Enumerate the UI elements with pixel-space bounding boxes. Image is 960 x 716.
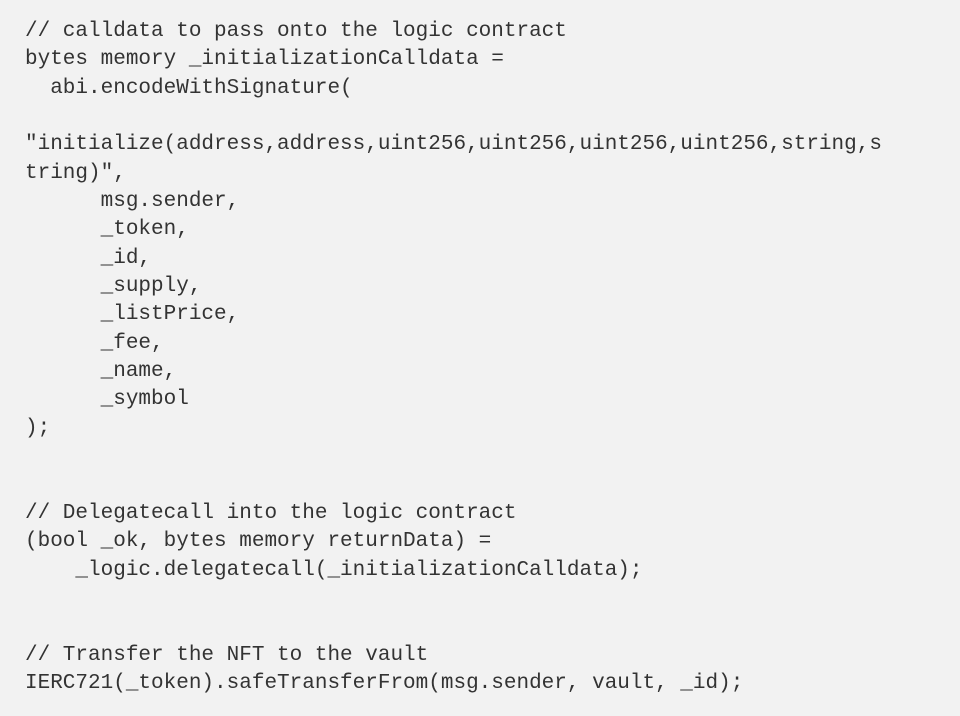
code-line: // Delegatecall into the logic contract [25, 502, 516, 525]
code-block: // calldata to pass onto the logic contr… [0, 0, 960, 716]
code-line: ); [25, 417, 50, 440]
code-line: _name, [25, 360, 176, 383]
code-line: _id, [25, 247, 151, 270]
code-line: _fee, [25, 332, 164, 355]
code-line: _supply, [25, 275, 201, 298]
code-line: _logic.delegatecall(_initializationCalld… [25, 559, 643, 582]
code-line: (bool _ok, bytes memory returnData) = [25, 530, 491, 553]
code-line: _symbol [25, 388, 189, 411]
code-line: abi.encodeWithSignature( [25, 77, 353, 100]
code-line: "initialize(address,address,uint256,uint… [25, 133, 882, 156]
code-line: _listPrice, [25, 303, 239, 326]
code-line: _token, [25, 218, 189, 241]
code-line: msg.sender, [25, 190, 239, 213]
code-line: // calldata to pass onto the logic contr… [25, 20, 567, 43]
code-line: // Transfer the NFT to the vault [25, 644, 428, 667]
code-line: IERC721(_token).safeTransferFrom(msg.sen… [25, 672, 743, 695]
code-line: bytes memory _initializationCalldata = [25, 48, 504, 71]
code-line: tring)", [25, 162, 126, 185]
